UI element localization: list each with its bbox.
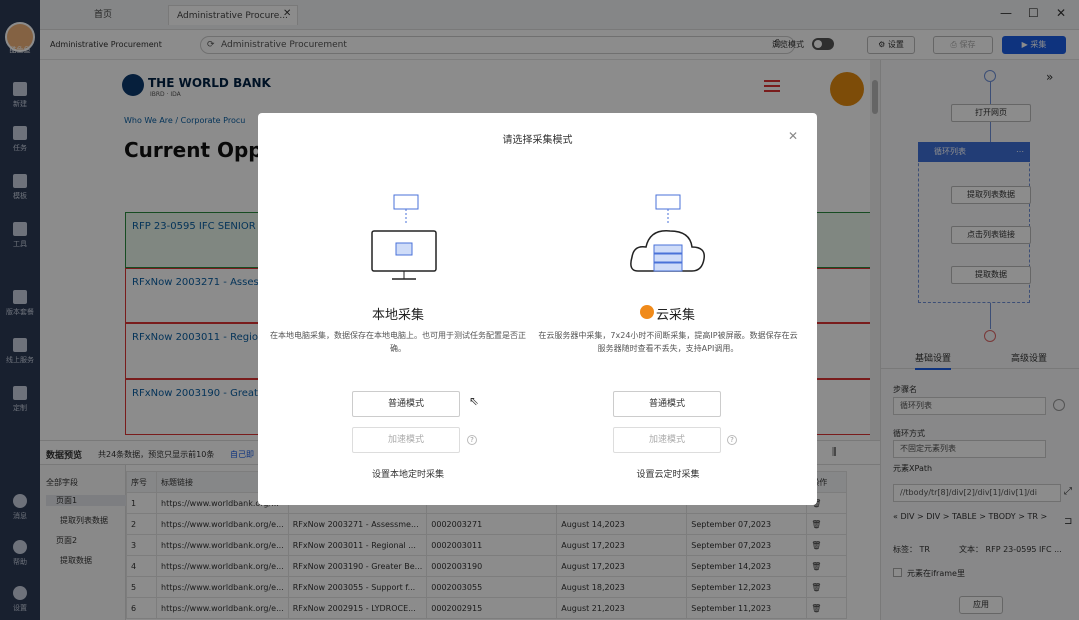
modal-title: 请选择采集模式 (502, 135, 573, 146)
cloud-normal-mode-button[interactable]: 普通模式 (613, 391, 721, 417)
computer-icon (371, 194, 437, 280)
help-icon[interactable]: ? (727, 435, 737, 445)
local-schedule-link[interactable]: 设置本地定时采集 (338, 467, 478, 480)
cloud-server-icon (630, 194, 705, 272)
close-icon[interactable]: ✕ (788, 129, 798, 143)
cloud-collect-desc: 在云服务器中采集，7x24小时不间断采集，提高IP被屏蔽。数据保存在云服务器随时… (538, 331, 798, 353)
local-collect-desc: 在本地电脑采集，数据保存在本地电脑上。也可用于测试任务配置是否正确。 (270, 331, 526, 353)
collect-mode-modal: 请选择采集模式 ✕ 本地采集 在本地电脑采集，数据保存在本地电脑上。也可用于测试… (258, 113, 817, 505)
cloud-fast-mode-button[interactable]: 加速模式 (613, 427, 721, 453)
cloud-schedule-link[interactable]: 设置云定时采集 (598, 467, 738, 480)
help-icon[interactable]: ? (467, 435, 477, 445)
local-fast-mode-button[interactable]: 加速模式 (352, 427, 460, 453)
local-normal-mode-button[interactable]: 普通模式 (352, 391, 460, 417)
local-collect-title: 本地采集 (371, 308, 424, 323)
mouse-cursor-icon: ⇖ (469, 394, 480, 408)
cloud-collect-title: 云采集 (656, 308, 696, 323)
crown-icon (640, 305, 654, 319)
